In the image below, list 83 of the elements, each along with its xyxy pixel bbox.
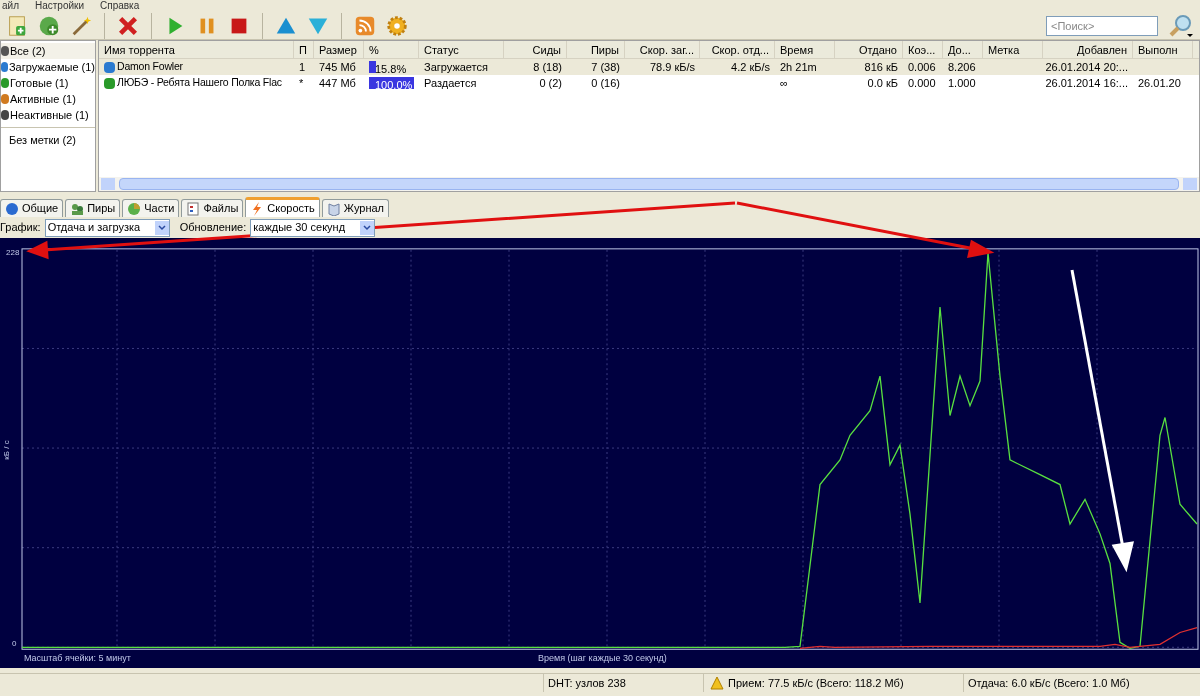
tab[interactable]: Части [122,199,180,217]
graph-label: График: [0,220,41,236]
table-cell: ЛЮБЭ - Ребята Нашего Полка Flac [117,75,282,91]
search-icon[interactable] [1168,12,1196,39]
tab[interactable]: Общие [0,199,64,217]
status-text: DHT: узлов 238 [544,674,704,692]
column-header[interactable]: Скор. отд... [700,41,775,58]
column-header[interactable]: До... [943,41,983,58]
chevron-down-icon [360,220,375,235]
label-item[interactable]: Без метки (2) [1,132,95,148]
warning-icon [710,676,724,690]
scrollbar-thumb[interactable] [119,178,1179,190]
column-header[interactable]: Метка [983,41,1043,58]
scale-label: Масштаб ячейки: 5 минут [24,652,131,665]
people-icon [70,201,85,216]
info-icon [5,201,19,216]
category-item[interactable]: Готовые (1) [1,75,95,91]
column-header[interactable]: Размер [314,41,364,58]
table-cell-text: ∞ [780,75,788,91]
category-item[interactable]: Все (2) [1,43,95,59]
table-cell-text: 0.006 [908,59,936,75]
column-header[interactable]: Скор. заг... [625,41,700,58]
search-field[interactable]: <Поиск> [1046,15,1158,36]
table-cell-text: 0.0 кБ [867,75,898,91]
table-cell: Damon Fowler [117,59,183,75]
files-icon [186,201,201,216]
tab[interactable]: Скорость [245,197,320,217]
menu-item[interactable]: айл [0,0,21,12]
table-cell-text: 7 (38) [591,59,620,75]
pie-icon [127,201,142,216]
table-cell-text: Раздается [424,75,477,91]
axis-label: 228 [6,247,20,259]
book-icon [326,201,341,216]
category-item[interactable]: Неактивные (1) [1,107,95,123]
table-cell-text: 8 (18) [533,59,562,75]
axis-label: 0 [12,638,17,650]
column-header[interactable]: Статус [419,41,504,58]
horizontal-scrollbar[interactable] [99,177,1199,191]
category-item[interactable]: Активные (1) [1,91,95,107]
column-header[interactable]: Время [775,41,835,58]
table-cell-text: 8.206 [948,59,976,75]
table-cell-text: 1 [299,59,306,75]
table-cell-text: 1.000 [948,75,976,91]
update-label: Обновление: [179,220,247,236]
dropdown[interactable]: Отдача и загрузка [44,218,170,237]
tab[interactable]: Пиры [65,199,121,217]
status-text: Прием: 77.5 кБ/с (Всего: 118.2 Мб) [724,674,964,692]
progress-bar: 15.8% [369,61,414,73]
column-header[interactable]: П [294,41,314,58]
chevron-down-icon [154,220,169,235]
axis-title: Время (шаг каждые 30 секунд) [538,652,667,665]
column-header[interactable]: Сиды [504,41,567,58]
table-row[interactable]: Damon Fowler 1 745 Мб 15.8% Загружается 8 (18) 7 (38) 78.9 кБ/s 4.2 кБ/s 2h 21m 816 кБ 0.006 8.206 26.01.2014 20:... [99,59,1199,75]
column-header[interactable]: Имя торрента [99,41,294,58]
column-header[interactable]: % [364,41,419,58]
table-cell-text: Загружается [424,59,488,75]
axis-title: кБ / с [0,440,12,460]
table-cell-text: 4.2 кБ/s [731,59,770,75]
table-cell-text: 78.9 кБ/s [649,59,695,75]
table-cell-text: 0 (2) [539,75,562,91]
menu-item[interactable]: Справка [98,0,142,12]
progress-bar: 100.0% [369,77,414,89]
table-cell-text: 0 (16) [591,75,620,91]
column-header[interactable]: Пиры [567,41,625,58]
column-header[interactable]: Добавлен [1043,41,1133,58]
category-item[interactable]: Загружаемые (1) [1,59,95,75]
table-cell-text: 26.01.2014 16:... [1045,75,1128,91]
table-cell-text: 0.000 [908,75,936,91]
table-cell-text: * [299,75,304,91]
table-cell-text: 816 кБ [864,59,898,75]
tab[interactable]: Файлы [181,199,244,217]
menu-item[interactable]: Настройки [33,0,87,12]
column-header[interactable]: Выполн [1133,41,1193,58]
tab[interactable]: Журнал [321,199,389,217]
dropdown[interactable]: каждые 30 секунд [250,218,376,237]
table-cell-text: 745 Мб [319,59,356,75]
table-cell-text: 26.01.20 [1138,75,1181,91]
table-cell-text: 447 Мб [319,75,356,91]
table-cell-text: 26.01.2014 20:... [1045,59,1128,75]
status-text: Отдача: 6.0 кБ/с (Всего: 1.0 Мб) [967,676,1131,691]
column-header[interactable]: Отдано [835,41,903,58]
table-cell-text: 2h 21m [780,59,817,75]
column-header[interactable]: Коэ... [903,41,943,58]
